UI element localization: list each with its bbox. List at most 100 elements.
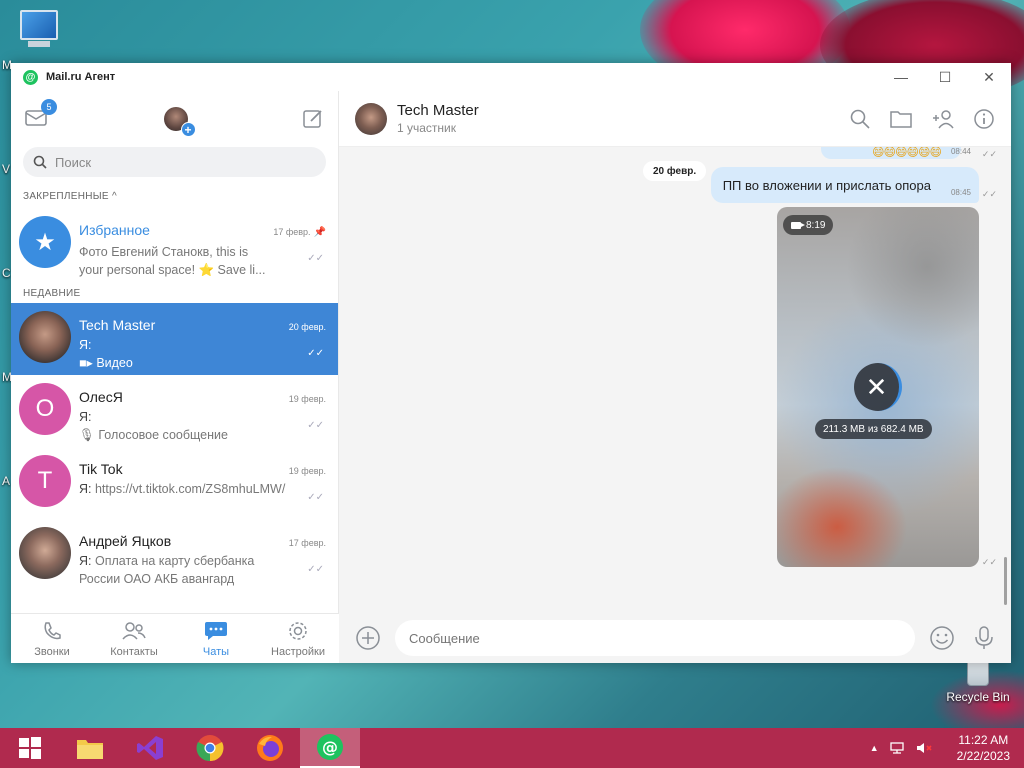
compose-icon[interactable] — [302, 108, 324, 130]
firefox-icon — [257, 735, 283, 761]
contacts-icon — [122, 621, 146, 640]
emoji-icon: 😄😄😄😄😄😄 — [871, 147, 942, 159]
chat-icon — [205, 621, 227, 640]
tab-settings[interactable]: Настройки — [257, 614, 339, 663]
window-title: Mail.ru Агент — [46, 71, 116, 83]
folder-icon[interactable] — [889, 108, 913, 130]
info-icon[interactable] — [973, 108, 995, 130]
avatar — [19, 527, 71, 579]
search-bar[interactable]: Поиск — [23, 147, 326, 177]
chat-item-tiktok[interactable]: T Tik Tok 19 февр. Я: https://vt.tiktok.… — [11, 447, 338, 519]
message-input[interactable] — [395, 620, 915, 656]
tab-label: Контакты — [110, 645, 158, 658]
visual-studio-icon — [137, 736, 163, 760]
chat-list-pane: 5 + Поиск ЗАКРЕПЛЕННЫЕ ^ ★ Избранное 17 … — [11, 91, 339, 663]
start-button[interactable] — [0, 728, 60, 768]
profile-avatar-button[interactable]: + — [163, 107, 196, 137]
svg-text:@: @ — [322, 738, 338, 757]
avatar: T — [19, 455, 71, 507]
participants-count: 1 участник — [397, 121, 457, 135]
attach-plus-icon[interactable] — [355, 625, 381, 651]
taskbar-mailru-agent[interactable]: @ — [300, 728, 360, 768]
message-list[interactable]: 😄😄😄😄😄😄 08:44 ✓✓ 20 февр. ПП во вложении … — [339, 147, 1011, 613]
pinned-section-label[interactable]: ЗАКРЕПЛЕННЫЕ ^ — [11, 177, 338, 208]
recycle-bin-label: Recycle Bin — [946, 690, 1010, 704]
search-input[interactable]: Поиск — [55, 155, 91, 170]
taskbar-chrome[interactable] — [180, 728, 240, 768]
chat-item-andrey[interactable]: Андрей Яцков 17 февр. Я: Оплата на карту… — [11, 519, 338, 591]
clock-time: 11:22 AM — [958, 733, 1009, 747]
add-user-icon[interactable] — [931, 108, 955, 130]
chat-item-favorites[interactable]: ★ Избранное 17 февр. 📌 Фото Евгений Стано… — [11, 208, 338, 280]
close-button[interactable]: ✕ — [967, 63, 1011, 91]
plus-icon: + — [180, 122, 196, 137]
video-camera-icon — [791, 221, 805, 229]
chat-preview-line: Фото Евгений Станокв, this is — [79, 245, 249, 259]
avatar: О — [19, 383, 71, 435]
app-window: @ Mail.ru Агент — ☐ ✕ 5 + Поиск ЗАКРЕПЛЕ… — [11, 63, 1011, 663]
star-icon: ★ — [19, 216, 71, 268]
chat-item-tech-master[interactable]: Tech Master 20 февр. Я: ■▸ Видео ✓✓ — [11, 303, 338, 375]
network-icon[interactable] — [889, 741, 905, 755]
windows-logo-icon — [19, 737, 41, 759]
pin-icon: 📌 — [313, 227, 326, 238]
chat-preview-sender: Я: — [79, 554, 92, 568]
volume-muted-icon[interactable] — [915, 741, 933, 755]
desktop-icon-label: A — [2, 474, 11, 488]
search-icon — [33, 155, 47, 169]
taskbar-firefox[interactable] — [240, 728, 300, 768]
read-check-icon: ✓✓ — [307, 420, 324, 431]
taskbar: @ ▲ 11:22 AM 2/22/2023 — [0, 728, 1024, 768]
recycle-bin-icon — [967, 660, 989, 686]
video-duration: 8:19 — [806, 219, 826, 231]
read-check-icon: ✓✓ — [307, 348, 324, 359]
tab-label: Звонки — [34, 645, 70, 658]
message-bubble[interactable]: ПП во вложении и прислать опора 08:45 — [710, 167, 979, 203]
mailru-agent-icon: @ — [317, 734, 343, 760]
chat-preview-line: https://vt.tiktok.com/ZS8mhuLMW/ — [94, 482, 286, 496]
taskbar-visual-studio[interactable] — [120, 728, 180, 768]
desktop-icon-computer[interactable] — [18, 10, 60, 47]
message-text: ПП во вложении и прислать опора — [722, 177, 931, 193]
conversation-pane: Tech Master 1 участник 😄😄😄😄😄😄 08:44 ✓✓ 2… — [339, 91, 1011, 663]
taskbar-file-explorer[interactable] — [60, 728, 120, 768]
tab-chats[interactable]: Чаты — [175, 614, 257, 663]
scrollbar[interactable] — [1004, 557, 1007, 605]
microphone-icon[interactable] — [973, 625, 995, 651]
read-check-icon: ✓✓ — [307, 492, 324, 503]
phone-icon — [44, 621, 61, 639]
chat-preview-line: Голосовое сообщение — [98, 428, 228, 442]
chat-date: 17 февр. — [288, 538, 326, 548]
cancel-download-button[interactable]: ✕ — [854, 363, 902, 411]
chat-item-olesya[interactable]: О ОлесЯ 19 февр. Я: 🎙 Голосовое сообщени… — [11, 375, 338, 447]
chat-name: Андрей Яцков — [79, 533, 172, 549]
chat-date: 20 февр. — [288, 322, 326, 332]
chrome-icon — [196, 735, 224, 762]
conversation-title[interactable]: Tech Master — [397, 102, 479, 119]
chat-name: Tech Master — [79, 317, 156, 333]
conversation-header: Tech Master 1 участник — [339, 91, 1011, 147]
tab-contacts[interactable]: Контакты — [93, 614, 175, 663]
mail-button[interactable]: 5 — [25, 99, 57, 129]
emoji-smile-icon[interactable] — [929, 625, 955, 651]
tab-calls[interactable]: Звонки — [11, 614, 93, 663]
system-tray: ▲ 11:22 AM 2/22/2023 — [870, 732, 1024, 764]
message-time: 08:45 — [950, 188, 971, 197]
show-hidden-icons-icon[interactable]: ▲ — [870, 743, 879, 753]
search-icon[interactable] — [849, 108, 871, 130]
video-icon: ■▸ — [79, 356, 97, 370]
avatar[interactable] — [355, 102, 387, 135]
close-icon: ✕ — [865, 371, 888, 402]
video-attachment[interactable]: 8:19 ✕ 211.3 MB из 682.4 MB — [777, 207, 979, 567]
desktop-icon-label: C — [2, 266, 11, 280]
desktop-icon-recycle-bin[interactable]: Recycle Bin — [940, 660, 1016, 704]
minimize-button[interactable]: — — [879, 63, 923, 91]
maximize-button[interactable]: ☐ — [923, 63, 967, 91]
download-progress-text: 211.3 MB из 682.4 MB — [815, 419, 932, 439]
avatar — [19, 311, 71, 363]
tab-label: Настройки — [271, 645, 325, 658]
recent-section-label: НЕДАВНИЕ — [23, 288, 81, 299]
read-check-icon: ✓✓ — [307, 253, 324, 264]
title-bar[interactable]: @ Mail.ru Агент — ☐ ✕ — [11, 63, 1011, 91]
system-clock[interactable]: 11:22 AM 2/22/2023 — [957, 732, 1010, 764]
